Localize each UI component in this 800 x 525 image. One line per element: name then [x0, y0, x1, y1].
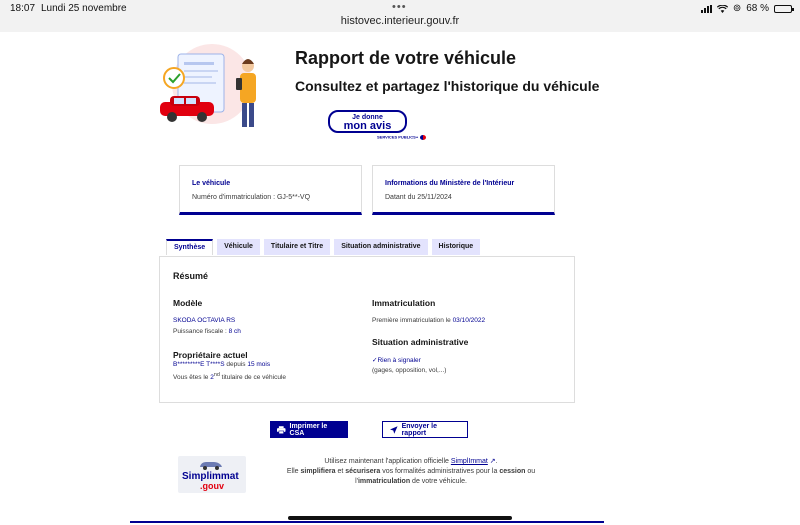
immatriculation-label: Immatriculation: [372, 298, 436, 308]
promo-bold: immatriculation: [357, 478, 411, 485]
promo-text: ou: [525, 468, 536, 475]
je-donne-mon-avis-button[interactable]: Je donne mon avis: [328, 110, 407, 133]
promo-bold: simplifiera: [300, 468, 336, 475]
situation-status: ✓Rien à signaler: [372, 356, 421, 364]
promo-line-3: l'immatriculation de votre véhicule.: [270, 477, 552, 487]
depuis-value: 15 mois: [247, 361, 271, 368]
car-icon: [200, 462, 222, 470]
tab-titulaire[interactable]: Titulaire et Titre: [263, 239, 331, 255]
depuis-prefix: depuis: [224, 361, 248, 368]
print-label: Imprimer le CSA: [289, 422, 328, 437]
immat-date: 03/10/2022: [452, 317, 486, 324]
resume-heading: Résumé: [173, 271, 209, 281]
puissance-fiscale: Puissance fiscale : 8 ch: [173, 328, 241, 335]
titulaire-prefix: Vous êtes le: [173, 374, 211, 382]
promo-line1-prefix: Utilisez maintenant l'application offici…: [324, 458, 451, 465]
simplimmat-promo: Utilisez maintenant l'application offici…: [270, 457, 552, 487]
promo-bold: cession: [499, 468, 526, 475]
signal-icon: [700, 4, 712, 13]
promo-line-1: Utilisez maintenant l'application offici…: [270, 457, 552, 467]
send-label: Envoyer le rapport: [401, 422, 437, 437]
print-csa-button[interactable]: Imprimer le CSA: [270, 421, 348, 438]
status-indicators: ⊚ 68 %: [700, 3, 794, 14]
web-page: Rapport de votre véhicule Consultez et p…: [0, 32, 800, 525]
status-time: 18:07: [10, 3, 36, 14]
promo-text: de votre véhicule.: [410, 478, 467, 485]
tab-historique[interactable]: Historique: [431, 239, 481, 255]
status-date: Lundi 25 novembre: [41, 3, 127, 14]
modele-value: SKODA OCTAVIA RS: [173, 317, 236, 324]
puissance-value: 8 ch: [228, 328, 241, 335]
simplimmat-logo[interactable]: Simplimmat .gouv: [178, 456, 246, 493]
page-subtitle: Consultez et partagez l'historique du vé…: [295, 78, 600, 94]
premiere-immatriculation: Première immatriculation le 03/10/2022: [372, 317, 485, 324]
tab-situation-administrative[interactable]: Situation administrative: [334, 239, 428, 255]
puissance-prefix: Puissance fiscale :: [173, 328, 229, 335]
promo-text: et: [335, 468, 346, 475]
more-dots-icon[interactable]: •••: [392, 1, 407, 13]
battery-icon: [774, 4, 794, 13]
promo-line-2: Elle simplifiera et sécurisera vos forma…: [270, 467, 552, 477]
simplimmat-logo-gouv: .gouv: [200, 481, 224, 491]
report-tabs: Synthèse Véhicule Titulaire et Titre Sit…: [166, 239, 481, 255]
home-indicator[interactable]: [288, 516, 512, 520]
titulaire-line: Vous êtes le 2nd titulaire de ce véhicul…: [173, 372, 286, 381]
tab-synthese[interactable]: Synthèse: [166, 239, 214, 255]
promo-text: vos formalités administratives pour la: [380, 468, 500, 475]
page-title: Rapport de votre véhicule: [295, 48, 517, 68]
promo-line1-suffix: .: [495, 458, 498, 465]
simplimmat-link[interactable]: SimplImmat: [451, 458, 488, 465]
services-publics-text: SERVICES PUBLICS+: [377, 134, 419, 140]
vehicle-card-title: Le véhicule: [192, 180, 231, 187]
proprietaire-label: Propriétaire actuel: [173, 350, 248, 360]
situation-label: Situation administrative: [372, 337, 469, 347]
situation-note: (gages, opposition, vol,...): [372, 367, 447, 374]
send-report-button[interactable]: Envoyer le rapport: [382, 421, 468, 438]
proprietaire-name: B*********E T****S: [173, 361, 225, 368]
promo-bold: sécurisera: [345, 468, 381, 475]
report-date: Datant du 25/11/2024: [385, 194, 452, 201]
synthese-panel: Résumé Modèle SKODA OCTAVIA RS Puissance…: [159, 256, 575, 403]
ios-status-bar: 18:07 Lundi 25 novembre ••• histovec.int…: [0, 0, 800, 32]
vehicle-card: Le véhicule Numéro d'immatriculation : G…: [179, 165, 362, 215]
wifi-icon: [716, 4, 728, 13]
avis-label-line2: mon avis: [343, 120, 392, 132]
orientation-lock-icon: ⊚: [732, 3, 742, 14]
immat-prefix: Première immatriculation le: [372, 317, 453, 324]
printer-icon: [277, 425, 286, 434]
registration-number: Numéro d'immatriculation : GJ-5**-VQ: [192, 194, 311, 201]
titulaire-suffix: titulaire de ce véhicule: [219, 374, 286, 382]
modele-label: Modèle: [173, 298, 203, 308]
hero-illustration: [160, 44, 256, 127]
ministry-info-card: Informations du Ministère de l'Intérieur…: [372, 165, 555, 215]
battery-percent: 68 %: [746, 3, 769, 14]
ministry-card-title: Informations du Ministère de l'Intérieur: [385, 180, 515, 187]
situation-value: Rien à signaler: [377, 357, 421, 364]
proprietaire-line: B*********E T****S depuis 15 mois: [173, 361, 270, 368]
services-publics-logo: SERVICES PUBLICS+: [377, 134, 427, 140]
promo-text: Elle: [286, 468, 301, 475]
tab-vehicule[interactable]: Véhicule: [217, 239, 260, 255]
address-bar-url[interactable]: histovec.interieur.gouv.fr: [0, 15, 800, 27]
send-icon: [390, 425, 398, 434]
footer-divider: [130, 521, 604, 523]
services-publics-mark-icon: [420, 135, 427, 140]
